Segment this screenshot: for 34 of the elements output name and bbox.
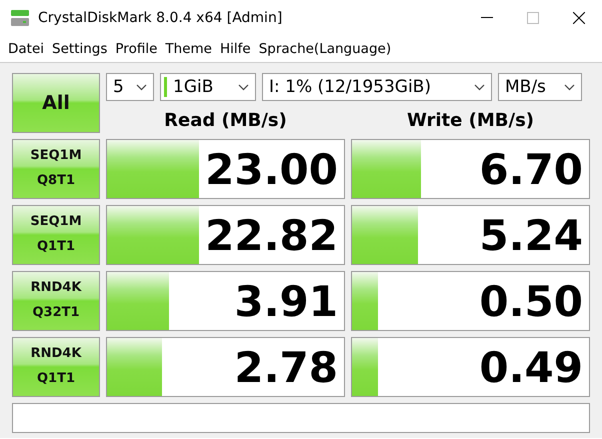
result-value: 0.49 [479, 342, 583, 392]
dropdown[interactable]: 5 [106, 73, 154, 101]
menu-item[interactable]: Settings [48, 40, 112, 56]
result-value: 0.50 [479, 276, 583, 326]
disk-icon [10, 8, 30, 28]
dropdown[interactable]: 1GiB [160, 73, 256, 101]
result-value: 22.82 [205, 210, 338, 260]
dropdown[interactable]: I: 1% (12/1953GiB) [262, 73, 492, 101]
chevron-icon [474, 84, 485, 90]
column-header: Read (MB/s) [163, 110, 288, 130]
chevron-icon [136, 84, 147, 90]
dropdown[interactable]: MB/s [498, 73, 582, 101]
window-title: CrystalDiskMark 8.0.4 x64 [Admin] [38, 10, 284, 26]
result-value: 5.24 [479, 210, 583, 260]
chevron-icon [238, 84, 249, 90]
test-button[interactable]: SEQ1M Q8T1 [12, 139, 100, 199]
comment-field[interactable] [12, 403, 590, 433]
all-button[interactable]: All [12, 73, 100, 133]
menu-item[interactable]: Profile [111, 40, 162, 56]
test-button[interactable]: SEQ1M Q1T1 [12, 205, 100, 265]
test-button[interactable]: RND4K Q1T1 [12, 337, 100, 397]
close-icon[interactable] [573, 12, 585, 24]
test-button[interactable]: RND4K Q32T1 [12, 271, 100, 331]
menu-item[interactable]: Sprache(Language) [254, 40, 396, 56]
result-value: 23.00 [205, 144, 338, 194]
chevron-icon [564, 84, 575, 90]
result-value: 6.70 [479, 144, 583, 194]
menu-item[interactable]: Hilfe [216, 40, 255, 56]
column-header: Write (MB/s) [406, 110, 536, 130]
minimize-icon[interactable] [481, 16, 493, 18]
menu-item[interactable]: Datei [4, 40, 48, 56]
menu-item[interactable]: Theme [161, 40, 216, 56]
result-value: 3.91 [234, 276, 338, 326]
result-value: 2.78 [234, 342, 338, 392]
